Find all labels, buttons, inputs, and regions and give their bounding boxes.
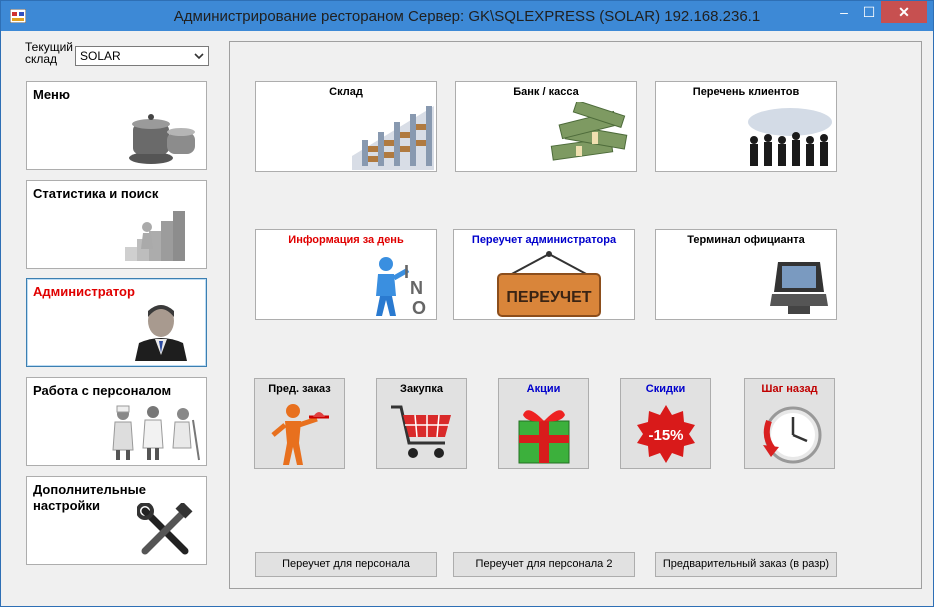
tile-label: Переучет администратора — [471, 234, 617, 246]
small-label: Пред. заказ — [268, 383, 331, 395]
nav-admin-button[interactable]: Администратор — [26, 278, 207, 367]
tile-label: Банк / касса — [513, 86, 579, 98]
pots-icon — [129, 114, 195, 164]
clients-list-button[interactable]: Перечень клиентов — [655, 81, 837, 172]
sign-text: ПЕРЕУЧЕТ — [506, 289, 591, 306]
tile-label: Информация за день — [288, 234, 404, 246]
tile-label: Терминал официанта — [687, 234, 805, 246]
svg-text:N: N — [410, 278, 423, 298]
admin-inventory-button[interactable]: Переучет администратора ПЕРЕУЧЕТ — [453, 229, 635, 320]
staff-icon — [112, 405, 200, 461]
small-label: Шаг назад — [761, 383, 818, 395]
waiter-icon — [271, 404, 329, 465]
step-back-button[interactable]: Шаг назад — [744, 378, 835, 469]
purchase-button[interactable]: Закупка — [376, 378, 467, 469]
title-bar[interactable]: Администрирование рестораном Сервер: GK\… — [1, 1, 933, 31]
inventory-sign-icon: ПЕРЕУЧЕТ — [497, 251, 601, 317]
discount-badge-icon: -15% — [637, 405, 695, 463]
small-label: Скидки — [645, 383, 686, 395]
nav-stats-button[interactable]: Статистика и поиск — [26, 180, 207, 269]
bank-cash-button[interactable]: Банк / касса — [455, 81, 637, 172]
tools-icon — [137, 503, 193, 555]
minimize-button[interactable]: – — [831, 1, 857, 23]
store-label: Текущий склад — [25, 40, 73, 66]
nav-settings-button[interactable]: Дополнительные настройки — [26, 476, 207, 565]
nav-label: Меню — [33, 87, 71, 102]
discounts-button[interactable]: Скидки -15% — [620, 378, 711, 469]
svg-text:O: O — [412, 298, 426, 318]
store-select-value: SOLAR — [80, 49, 121, 63]
warehouse-button[interactable]: Склад — [255, 81, 437, 172]
nav-label: Статистика и поиск — [33, 186, 159, 201]
info-figure-icon: I N O — [376, 257, 426, 318]
discount-text: -15% — [648, 427, 683, 444]
people-icon — [748, 108, 832, 166]
store-select[interactable]: SOLAR — [75, 46, 209, 66]
waiter-terminal-button[interactable]: Терминал официанта — [655, 229, 837, 320]
svg-text:I: I — [404, 262, 409, 282]
chevron-down-icon — [194, 50, 204, 64]
pos-terminal-icon — [770, 262, 828, 314]
nav-staff-button[interactable]: Работа с персоналом — [26, 377, 207, 466]
admin-icon — [135, 305, 187, 361]
warehouse-icon — [352, 106, 434, 170]
staff-inventory-2-button[interactable]: Переучет для персонала 2 — [453, 552, 635, 577]
maximize-button[interactable]: ☐ — [857, 1, 881, 23]
nav-label: Администратор — [33, 284, 135, 299]
app-window: Администрирование рестораном Сервер: GK\… — [0, 0, 934, 607]
close-button[interactable]: ✕ — [881, 1, 927, 23]
clock-back-icon — [763, 406, 822, 464]
small-label: Акции — [526, 383, 561, 395]
tile-label: Перечень клиентов — [692, 86, 800, 98]
money-icon — [550, 102, 628, 161]
nav-menu-button[interactable]: Меню — [26, 81, 207, 170]
staff-inventory-button[interactable]: Переучет для персонала — [255, 552, 437, 577]
pre-order-dev-button[interactable]: Предварительный заказ (в разр) — [655, 552, 837, 577]
gift-icon — [518, 410, 570, 464]
nav-label: Работа с персоналом — [33, 383, 172, 398]
client-area: Текущий склад SOLAR Меню Статистика и по… — [9, 31, 927, 599]
main-panel: Склад Банк / касса Перечень клиентов Инф… — [229, 41, 922, 589]
promotions-button[interactable]: Акции — [498, 378, 589, 469]
small-label: Закупка — [400, 383, 443, 395]
stats-icon — [125, 211, 185, 261]
window-title: Администрирование рестораном Сервер: GK\… — [173, 8, 761, 25]
pre-order-button[interactable]: Пред. заказ — [254, 378, 345, 469]
daily-info-button[interactable]: Информация за день I N O — [255, 229, 437, 320]
cart-icon — [391, 405, 451, 458]
